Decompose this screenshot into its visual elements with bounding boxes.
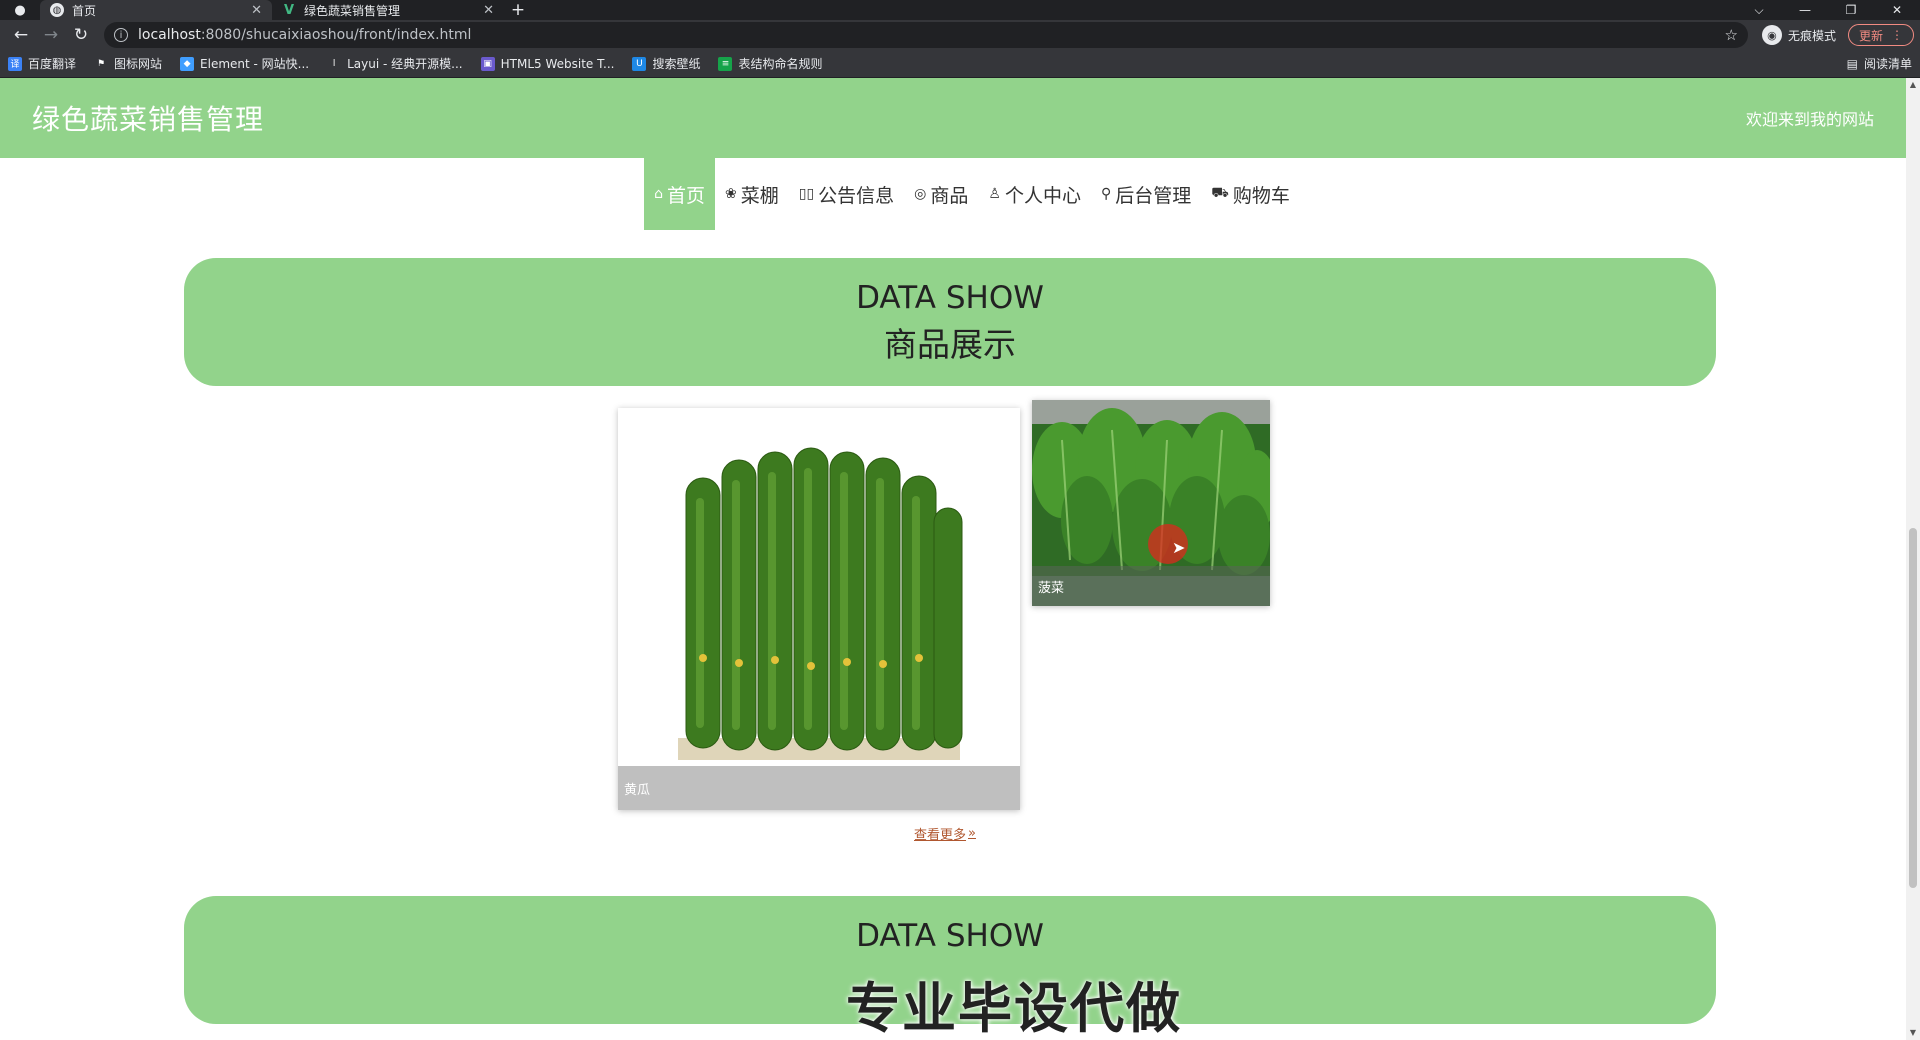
element-logo-icon: ◆ <box>180 56 195 71</box>
bookmark-item[interactable]: ▣ HTML5 Website T... <box>480 56 614 71</box>
palette-icon: ❀ <box>724 186 737 202</box>
site-title: 绿色蔬菜销售管理 <box>32 103 265 136</box>
bookmark-item[interactable]: ◆ Element - 网站快... <box>180 55 309 72</box>
site-header: 绿色蔬菜销售管理 欢迎来到我的网站 <box>0 78 1906 158</box>
home-icon: ⌂ <box>654 186 663 202</box>
sheet-icon: ≡ <box>718 56 733 71</box>
nav-label: 商品 <box>930 184 969 207</box>
banner-heading-zh: 商品展示 <box>884 324 1016 364</box>
browser-tab-admin[interactable]: V 绿色蔬菜销售管理 ✕ <box>272 0 504 20</box>
close-icon[interactable]: ✕ <box>251 3 262 18</box>
view-more-link[interactable]: 查看更多 » <box>914 824 976 843</box>
window-close-icon[interactable]: ✕ <box>1874 3 1920 17</box>
nav-label: 公告信息 <box>818 184 895 207</box>
nav-item-profile[interactable]: ♙ 个人中心 <box>978 158 1091 230</box>
nav-item-greenhouse[interactable]: ❀ 菜棚 <box>715 158 789 230</box>
page-scrollbar[interactable]: ▲ ▼ <box>1906 78 1920 1040</box>
tab-title: 首页 <box>72 3 97 18</box>
browser-tab-home[interactable]: ◍ 首页 ✕ <box>40 0 272 20</box>
vue-logo-icon: V <box>283 2 295 18</box>
back-icon[interactable]: ← <box>6 22 36 48</box>
browser-toolbar: ← → ↻ i localhost:8080/shucaixiaoshou/fr… <box>0 20 1920 50</box>
cart-icon: ⛟ <box>1211 185 1229 201</box>
close-icon[interactable]: ✕ <box>483 3 494 18</box>
main-nav: ⌂ 首页 ❀ 菜棚 ▯▯ 公告信息 ◎ 商品 ♙ 个人中心 ⚲ 后台管理 ⛟ 购… <box>0 158 1906 230</box>
product-name: 菠菜 <box>1032 566 1270 606</box>
nav-label: 菜棚 <box>740 184 779 207</box>
nav-item-cart[interactable]: ⛟ 购物车 <box>1201 158 1300 230</box>
product-showcase-banner: DATA SHOW 商品展示 <box>184 258 1716 386</box>
banner-heading-en: DATA SHOW <box>856 279 1044 316</box>
link-icon: ⚲ <box>1100 186 1112 202</box>
welcome-text: 欢迎来到我的网站 <box>1745 110 1874 129</box>
nav-label: 购物车 <box>1232 184 1290 207</box>
nav-item-products[interactable]: ◎ 商品 <box>904 158 978 230</box>
cucumber-image <box>618 408 1020 810</box>
user-icon: ♙ <box>988 186 1001 202</box>
mouse-cursor-icon: ➤ <box>1172 538 1186 557</box>
tab-title: 绿色蔬菜销售管理 <box>304 3 401 18</box>
product-name: 黄瓜 <box>618 766 1020 810</box>
flag-icon: ⚑ <box>96 58 106 69</box>
update-button[interactable]: 更新 ⋮ <box>1847 24 1914 46</box>
nav-item-admin[interactable]: ⚲ 后台管理 <box>1091 158 1201 230</box>
scroll-up-icon[interactable]: ▲ <box>1906 78 1920 92</box>
incognito-icon: ◉ <box>1761 25 1782 45</box>
page-viewport: 绿色蔬菜销售管理 欢迎来到我的网站 ⌂ 首页 ❀ 菜棚 ▯▯ 公告信息 ◎ 商品… <box>0 78 1906 1040</box>
scroll-thumb[interactable] <box>1909 528 1917 888</box>
reading-list-icon: ▤ <box>1846 56 1858 71</box>
bookmark-item[interactable]: ⚑ 图标网站 <box>94 55 162 72</box>
nav-item-home[interactable]: ⌂ 首页 <box>644 158 715 230</box>
update-label: 更新 <box>1858 28 1883 43</box>
nav-item-notices[interactable]: ▯▯ 公告信息 <box>789 158 904 230</box>
translate-icon: 译 <box>8 56 22 71</box>
nav-label: 后台管理 <box>1115 184 1192 207</box>
nav-label: 个人中心 <box>1004 184 1081 207</box>
globe-icon: ◍ <box>50 3 64 17</box>
site-info-icon[interactable]: i <box>114 28 128 42</box>
minimize-icon[interactable]: — <box>1782 3 1828 17</box>
bookmark-item[interactable]: 译百度翻译 <box>8 55 76 72</box>
address-bar[interactable]: i localhost:8080/shucaixiaoshou/front/in… <box>104 22 1748 48</box>
forward-icon[interactable]: → <box>36 22 66 48</box>
bookmark-item[interactable]: ≡ 表结构命名规则 <box>718 55 822 72</box>
new-tab-button[interactable]: + <box>504 0 532 20</box>
chrome-menu-icon[interactable]: ● <box>0 0 40 20</box>
more-vert-icon: ⋮ <box>1891 28 1903 42</box>
bookmark-item[interactable]: l Layui - 经典开源模... <box>327 55 463 72</box>
watermark-text: 专业毕设代做 <box>846 977 1182 1040</box>
scroll-down-icon[interactable]: ▼ <box>1906 1026 1920 1040</box>
wallpaper-logo-icon: U <box>632 56 647 71</box>
url-text: localhost:8080/shucaixiaoshou/front/inde… <box>138 27 472 43</box>
incognito-label: 无痕模式 <box>1787 28 1836 43</box>
product-card[interactable]: 菠菜 <box>1032 400 1270 606</box>
product-card[interactable]: 黄瓜 <box>618 408 1020 810</box>
restore-icon[interactable]: ❐ <box>1828 3 1874 17</box>
window-controls: ⌵ — ❐ ✕ <box>1736 0 1920 20</box>
bookmarks-bar: 译百度翻译 ⚑ 图标网站 ◆ Element - 网站快... l Layui - 经… <box>0 50 1920 78</box>
bookmark-star-icon[interactable]: ☆ <box>1725 26 1738 44</box>
reload-icon[interactable]: ↻ <box>66 22 96 48</box>
double-chevron-right-icon: » <box>968 826 976 841</box>
reading-list-button[interactable]: ▤ 阅读清单 <box>1847 55 1912 72</box>
html5-logo-icon: ▣ <box>480 56 495 71</box>
incognito-indicator[interactable]: ◉ 无痕模式 <box>1761 25 1836 45</box>
nav-label: 首页 <box>666 184 705 207</box>
bookmark-item[interactable]: U 搜索壁纸 <box>632 55 700 72</box>
box-icon: ◎ <box>914 186 927 202</box>
tab-search-icon[interactable]: ⌵ <box>1736 3 1782 18</box>
banner-heading-en: DATA SHOW <box>856 917 1044 954</box>
browser-tab-strip: ● ◍ 首页 ✕ V 绿色蔬菜销售管理 ✕ + ⌵ — ❐ ✕ <box>0 0 1920 20</box>
layui-logo-icon: l <box>332 58 336 69</box>
columns-icon: ▯▯ <box>798 186 815 202</box>
